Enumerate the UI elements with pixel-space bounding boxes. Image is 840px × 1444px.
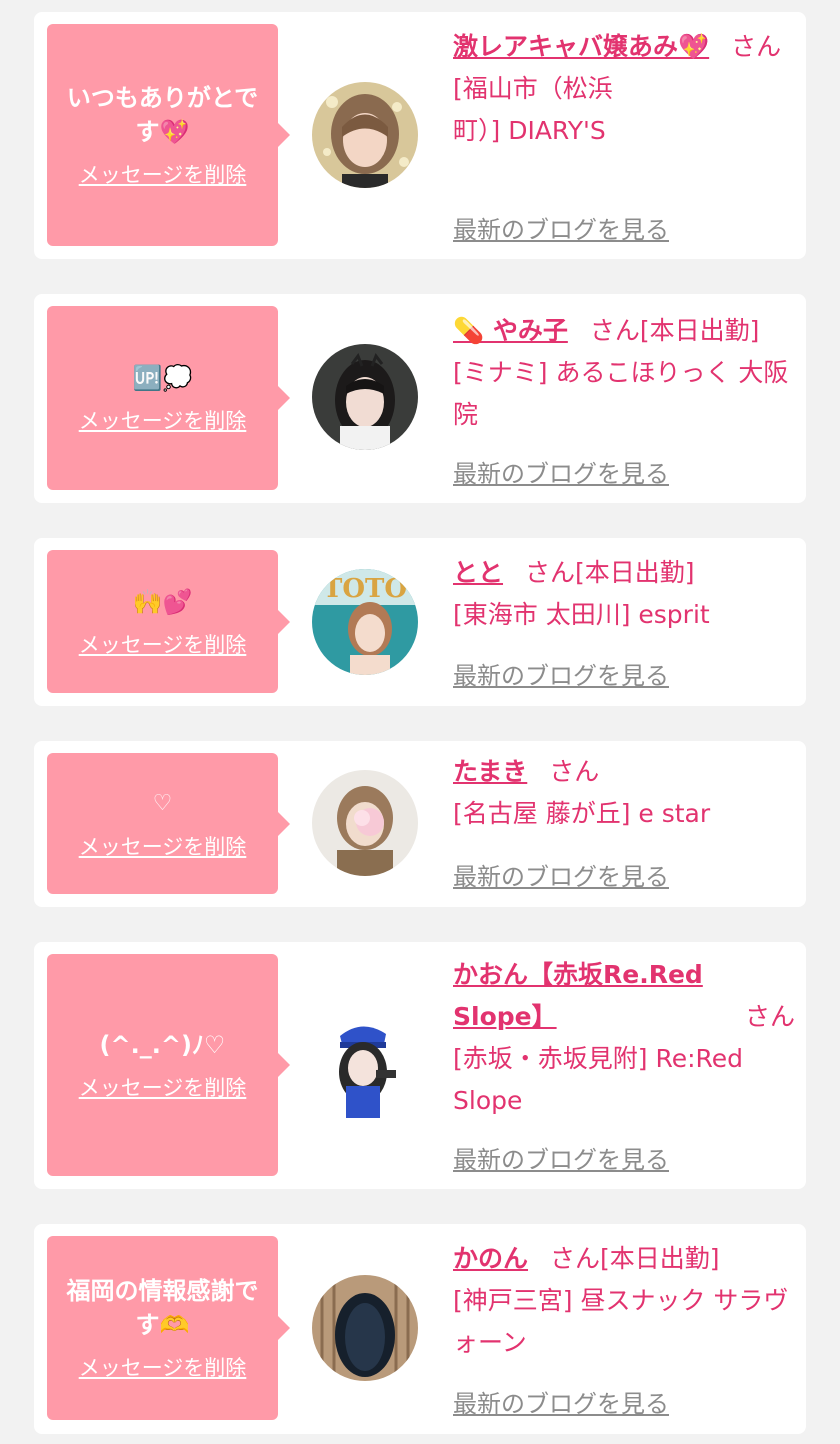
delete-message-link[interactable]: メッセージを削除 bbox=[79, 1352, 247, 1382]
shop-info: [赤坂・赤坂見附] Re:Red Slope bbox=[453, 1044, 744, 1115]
delete-message-link[interactable]: メッセージを削除 bbox=[79, 831, 247, 861]
girl-name-link[interactable]: たまき bbox=[453, 757, 527, 786]
honorific: さん bbox=[549, 757, 600, 786]
shop-info: [福山市（松浜町）] DIARY'S bbox=[453, 74, 613, 145]
message-card: 🆙💭 メッセージを削除 💊 やみ子 さん[本日出勤] [ミナミ] あるこほりっく … bbox=[34, 294, 806, 503]
latest-blog-link[interactable]: 最新のブログを見る bbox=[453, 454, 669, 489]
shop-info: [名古屋 藤が丘] e star bbox=[453, 799, 711, 828]
latest-blog-link[interactable]: 最新のブログを見る bbox=[453, 1384, 669, 1419]
girl-info: かのん さん[本日出勤] [神戸三宮] 昼スナック サラヴォーン bbox=[453, 1238, 798, 1364]
shop-info: [ミナミ] あるこほりっく 大阪院 bbox=[453, 358, 789, 429]
svg-text:TOTO: TOTO bbox=[323, 574, 407, 604]
message-bubble: 🙌💕 メッセージを削除 bbox=[47, 550, 290, 693]
avatar[interactable] bbox=[312, 82, 418, 188]
girl-info: 💊 やみ子 さん[本日出勤] [ミナミ] あるこほりっく 大阪院 bbox=[453, 310, 798, 436]
girl-name-link[interactable]: 激レアキャバ嬢あみ💖 bbox=[453, 32, 709, 61]
girl-name-link[interactable]: とと bbox=[453, 558, 503, 587]
message-bubble: いつもありがとです💖 メッセージを削除 bbox=[47, 24, 290, 246]
avatar[interactable] bbox=[312, 770, 418, 876]
girl-info: たまき さん [名古屋 藤が丘] e star bbox=[453, 751, 798, 835]
message-card: ♡ メッセージを削除 たまき さん [名古屋 藤が丘] e star 最新のブログ… bbox=[34, 741, 806, 907]
work-status: [本日出勤] bbox=[639, 316, 760, 345]
latest-blog-link[interactable]: 最新のブログを見る bbox=[453, 210, 669, 245]
message-card: いつもありがとです💖 メッセージを削除 激レアキャバ嬢あみ💖 さん [福山市（松浜… bbox=[34, 12, 806, 259]
delete-message-link[interactable]: メッセージを削除 bbox=[79, 405, 247, 435]
latest-blog-link[interactable]: 最新のブログを見る bbox=[453, 857, 669, 892]
delete-message-link[interactable]: メッセージを削除 bbox=[79, 1072, 247, 1102]
latest-blog-link[interactable]: 最新のブログを見る bbox=[453, 1140, 669, 1175]
girl-info: 激レアキャバ嬢あみ💖 さん [福山市（松浜町）] DIARY'S bbox=[453, 26, 798, 152]
work-status: [本日出勤] bbox=[600, 1244, 720, 1273]
girl-name-link[interactable]: かおん【赤坂Re.Red Slope】 bbox=[453, 954, 723, 1038]
message-text: ♡ bbox=[152, 790, 173, 816]
message-bubble: 🆙💭 メッセージを削除 bbox=[47, 306, 290, 490]
message-card: 🙌💕 メッセージを削除 TOTO とと さん[本日出勤] [東海市 太田川] es… bbox=[34, 538, 806, 706]
honorific: さん bbox=[525, 558, 576, 587]
message-text: (^._.^)ﾉ♡ bbox=[99, 1031, 226, 1059]
message-text: いつもありがとです💖 bbox=[66, 84, 259, 146]
message-bubble: ♡ メッセージを削除 bbox=[47, 753, 290, 894]
girl-name-link[interactable]: 💊 やみ子 bbox=[453, 316, 568, 345]
girl-name-link[interactable]: かのん bbox=[453, 1244, 528, 1273]
latest-blog-link[interactable]: 最新のブログを見る bbox=[453, 656, 669, 691]
message-card: (^._.^)ﾉ♡ メッセージを削除 かおん【赤坂Re.Red Slope】 さん… bbox=[34, 942, 806, 1189]
message-text: 🙌💕 bbox=[132, 587, 193, 616]
message-bubble: (^._.^)ﾉ♡ メッセージを削除 bbox=[47, 954, 290, 1176]
avatar[interactable] bbox=[312, 1012, 418, 1118]
girl-info: かおん【赤坂Re.Red Slope】 さん [赤坂・赤坂見附] Re:Red S… bbox=[453, 954, 798, 1122]
avatar[interactable]: TOTO bbox=[312, 569, 418, 675]
honorific: さん bbox=[550, 1244, 601, 1273]
shop-info: [神戸三宮] 昼スナック サラヴォーン bbox=[453, 1286, 789, 1357]
delete-message-link[interactable]: メッセージを削除 bbox=[79, 629, 247, 659]
shop-info: [東海市 太田川] esprit bbox=[453, 600, 710, 629]
message-text: 🆙💭 bbox=[132, 364, 193, 392]
message-bubble: 福岡の情報感謝です🫶 メッセージを削除 bbox=[47, 1236, 290, 1420]
honorific: さん bbox=[589, 316, 640, 345]
girl-info: とと さん[本日出勤] [東海市 太田川] esprit bbox=[453, 552, 798, 636]
message-text: 福岡の情報感謝です🫶 bbox=[66, 1277, 259, 1339]
work-status: [本日出勤] bbox=[575, 558, 695, 587]
honorific: さん bbox=[731, 32, 782, 61]
avatar[interactable] bbox=[312, 344, 418, 450]
honorific: さん bbox=[745, 1002, 796, 1031]
avatar[interactable] bbox=[312, 1275, 418, 1381]
delete-message-link[interactable]: メッセージを削除 bbox=[79, 159, 247, 189]
message-card: 福岡の情報感謝です🫶 メッセージを削除 かのん さん[本日出勤] [神戸三宮] 昼… bbox=[34, 1224, 806, 1434]
